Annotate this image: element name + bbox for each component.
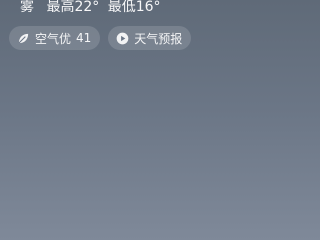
leaf-icon	[16, 31, 30, 45]
air-quality-label: 空气优	[35, 31, 72, 46]
weather-summary: 雾 最高22° 最低16°	[20, 0, 161, 17]
air-quality-value: 41	[76, 31, 92, 45]
play-icon	[115, 31, 129, 45]
high-temperature: 最高22°	[46, 0, 100, 15]
air-quality-chip[interactable]: 空气优 41	[9, 26, 101, 50]
chip-row: 空气优 41 天气预报	[9, 26, 192, 50]
forecast-chip[interactable]: 天气预报	[108, 26, 192, 50]
weather-condition: 雾	[20, 0, 34, 15]
forecast-label: 天气预报	[134, 31, 183, 46]
low-temperature: 最低16°	[107, 0, 161, 15]
